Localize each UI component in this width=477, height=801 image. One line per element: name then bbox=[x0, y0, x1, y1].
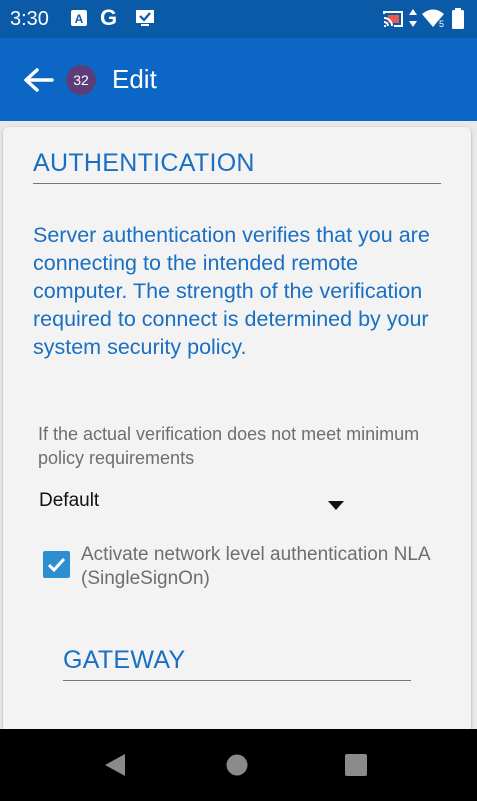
a-box-icon: A bbox=[71, 10, 87, 31]
wifi-icon: 5 bbox=[421, 8, 445, 33]
authentication-section-title: AUTHENTICATION bbox=[33, 149, 255, 177]
google-g-icon: G bbox=[100, 5, 118, 30]
checkmark-icon bbox=[47, 557, 66, 573]
battery-icon bbox=[452, 8, 464, 34]
settings-card: AUTHENTICATION Server authentication ver… bbox=[3, 127, 471, 747]
policy-label: If the actual verification does not meet… bbox=[38, 424, 420, 468]
arrow-left-icon bbox=[24, 68, 54, 92]
status-bar: 3:30 A G 5 bbox=[0, 0, 477, 38]
page-title: Edit bbox=[112, 64, 157, 94]
svg-text:5: 5 bbox=[439, 19, 444, 28]
dropdown-arrow-icon bbox=[328, 497, 344, 515]
nla-checkbox-label[interactable]: Activate network level authentication NL… bbox=[81, 543, 451, 591]
connection-badge: 32 bbox=[66, 65, 96, 95]
authentication-divider bbox=[33, 183, 441, 184]
svg-text:A: A bbox=[75, 12, 84, 26]
navigation-bar bbox=[0, 729, 477, 801]
back-triangle-icon bbox=[105, 754, 125, 776]
policy-dropdown-value: Default bbox=[39, 490, 100, 511]
gateway-divider bbox=[63, 680, 411, 681]
status-time: 3:30 bbox=[10, 8, 49, 30]
gateway-section-title: GATEWAY bbox=[63, 646, 186, 674]
cast-icon bbox=[382, 10, 404, 33]
nav-recents-button[interactable] bbox=[345, 754, 367, 781]
recents-square-icon bbox=[345, 754, 367, 776]
data-arrows-icon bbox=[408, 8, 418, 33]
home-circle-icon bbox=[226, 754, 248, 776]
nla-checkbox[interactable] bbox=[43, 551, 70, 578]
app-bar: 32 Edit bbox=[0, 38, 477, 121]
back-button[interactable] bbox=[22, 66, 56, 94]
policy-dropdown[interactable]: Default bbox=[38, 485, 348, 519]
nav-back-button[interactable] bbox=[104, 753, 126, 782]
clipboard-check-icon bbox=[135, 9, 155, 32]
nav-home-button[interactable] bbox=[226, 754, 248, 781]
authentication-description: Server authentication verifies that you … bbox=[33, 223, 430, 359]
